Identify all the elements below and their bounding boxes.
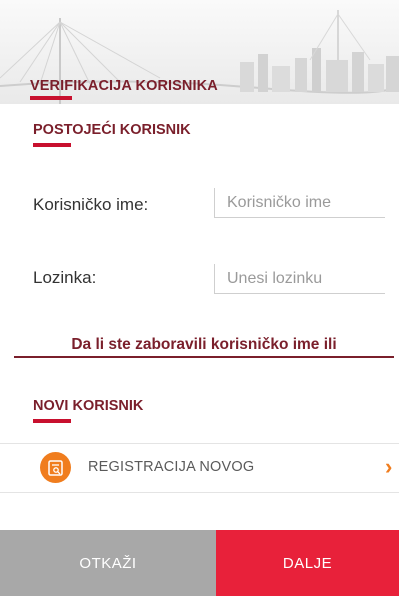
registration-form-icon (40, 452, 71, 483)
existing-user-underline (33, 143, 71, 147)
title-underline (30, 96, 72, 100)
existing-user-heading: POSTOJEĆI KORISNIK (33, 122, 191, 138)
page-title: VERIFIKACIJA KORISNIKA (30, 78, 218, 94)
cancel-button[interactable]: OTKAŽI (0, 530, 216, 596)
chevron-right-icon: › (385, 454, 393, 479)
username-input[interactable] (214, 188, 385, 218)
register-new-user-label: REGISTRACIJA NOVOG (88, 459, 255, 475)
next-button[interactable]: DALJE (216, 530, 399, 596)
username-label: Korisničko ime: (33, 195, 149, 214)
new-user-heading: NOVI KORISNIK (33, 398, 144, 414)
password-input[interactable] (214, 264, 385, 294)
register-new-user-row[interactable]: REGISTRACIJA NOVOG › (0, 443, 399, 493)
forgot-username-link[interactable]: Da li ste zaboravili korisničko ime ili (14, 334, 394, 358)
header-banner: VERIFIKACIJA KORISNIKA (0, 0, 399, 104)
password-label: Lozinka: (33, 268, 97, 287)
new-user-underline (33, 419, 71, 423)
